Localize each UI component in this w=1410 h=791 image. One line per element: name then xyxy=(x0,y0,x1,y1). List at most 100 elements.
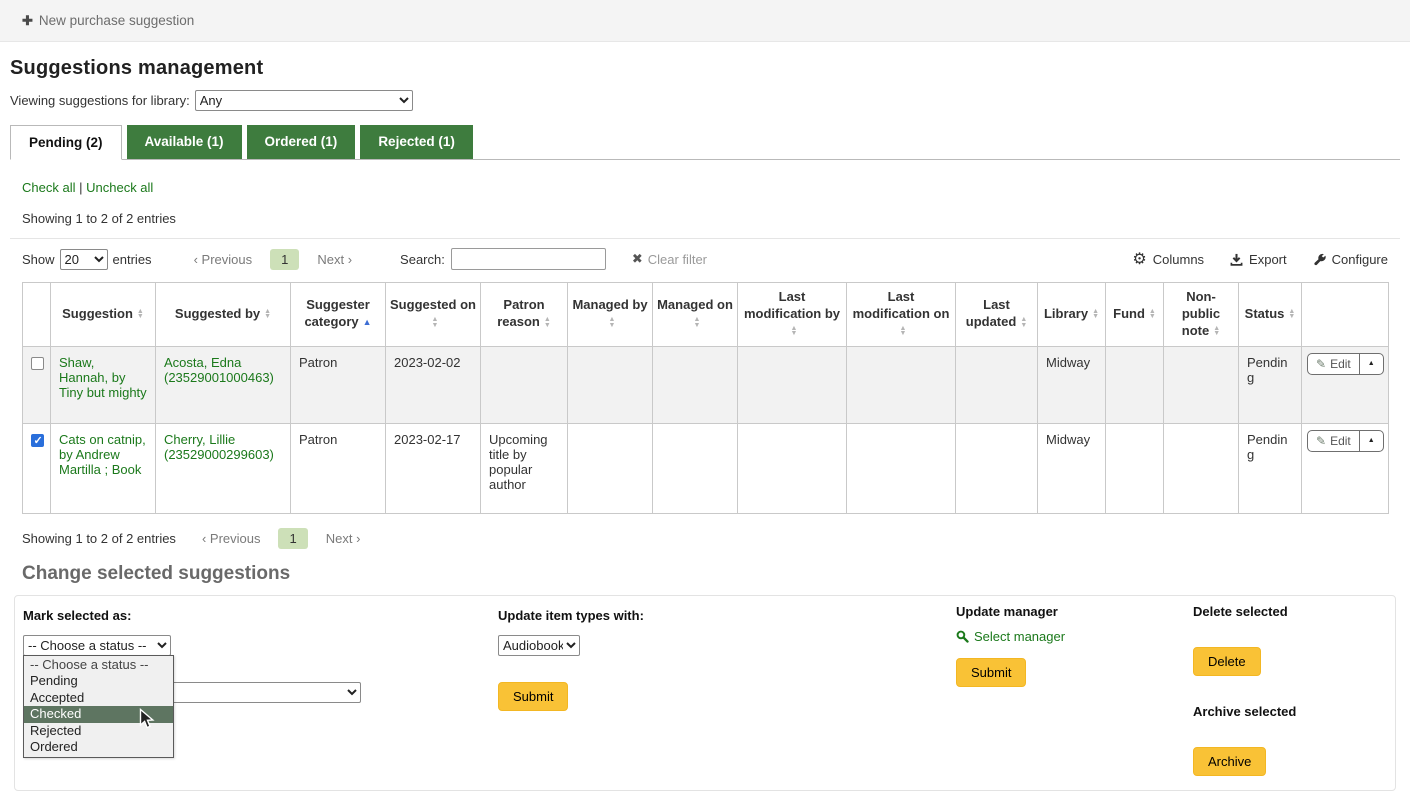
wrench-icon xyxy=(1313,253,1326,266)
select-manager-link[interactable]: Select manager xyxy=(956,629,1065,644)
status-option[interactable]: -- Choose a status -- xyxy=(24,657,173,674)
column-header-last-updated[interactable]: Last updated▲▼ xyxy=(956,283,1038,347)
status-option[interactable]: Ordered xyxy=(24,739,173,756)
caret-up-icon: ▲ xyxy=(1368,437,1375,444)
sort-icon: ▲▼ xyxy=(1213,326,1220,337)
sort-icon: ▲▼ xyxy=(137,309,144,320)
update-manager-label: Update manager xyxy=(956,604,1065,619)
tab-ordered[interactable]: Ordered (1) xyxy=(247,125,356,159)
next-button[interactable]: Next › xyxy=(326,531,361,546)
status-tabs: Pending (2) Available (1) Ordered (1) Re… xyxy=(10,125,1400,160)
row-checkbox[interactable] xyxy=(31,434,44,447)
next-button[interactable]: Next › xyxy=(317,252,352,267)
column-header-suggestion[interactable]: Suggestion▲▼ xyxy=(51,283,156,347)
download-icon xyxy=(1230,253,1243,266)
clear-filter-button[interactable]: ✖ Clear filter xyxy=(632,251,707,267)
column-header-suggested-by[interactable]: Suggested by▲▼ xyxy=(156,283,291,347)
submit-item-types-button[interactable]: Submit xyxy=(498,682,568,711)
sort-icon: ▲▼ xyxy=(1020,317,1027,328)
tab-rejected[interactable]: Rejected (1) xyxy=(360,125,473,159)
sort-icon: ▲▼ xyxy=(432,317,439,328)
managed-on-cell xyxy=(653,346,738,423)
search-label: Search: xyxy=(400,252,445,267)
suggested-by-link[interactable]: Acosta, Edna (23529001000463) xyxy=(164,355,274,385)
new-purchase-suggestion-link[interactable]: ✚ New purchase suggestion xyxy=(22,13,194,29)
columns-button[interactable]: ⚙ Columns xyxy=(1132,252,1204,267)
library-filter-select[interactable]: Any xyxy=(195,90,413,111)
status-option[interactable]: Accepted xyxy=(24,690,173,707)
entries-label: entries xyxy=(113,252,152,267)
pencil-icon: ✎ xyxy=(1316,434,1326,448)
managed-by-cell xyxy=(568,346,653,423)
suggestions-table: Suggestion▲▼ Suggested by▲▼ Suggester ca… xyxy=(22,282,1389,514)
last-updated-cell xyxy=(956,423,1038,513)
column-header-library[interactable]: Library▲▼ xyxy=(1038,283,1106,347)
table-row: Cats on catnip, by Andrew Martilla ; Boo… xyxy=(23,423,1389,513)
status-select[interactable]: -- Choose a status -- xyxy=(23,635,171,656)
last-modification-on-cell xyxy=(847,423,956,513)
export-button[interactable]: Export xyxy=(1230,252,1287,267)
page-number-button[interactable]: 1 xyxy=(270,249,299,270)
edit-dropdown-toggle[interactable]: ▲ xyxy=(1359,354,1383,374)
suggested-on-cell: 2023-02-17 xyxy=(386,423,481,513)
last-modification-by-cell xyxy=(738,346,847,423)
column-header-patron-reason[interactable]: Patron reason▲▼ xyxy=(481,283,568,347)
archive-button[interactable]: Archive xyxy=(1193,747,1266,776)
gear-icon: ⚙ xyxy=(1132,253,1146,266)
suggested-by-link[interactable]: Cherry, Lillie (23529000299603) xyxy=(164,432,274,462)
column-header-non-public-note[interactable]: Non-public note▲▼ xyxy=(1164,283,1239,347)
configure-button[interactable]: Configure xyxy=(1313,252,1388,267)
x-icon: ✖ xyxy=(632,251,643,267)
divider xyxy=(10,238,1400,239)
page-size-select[interactable]: 20 xyxy=(60,249,108,270)
pencil-icon: ✎ xyxy=(1316,357,1326,371)
column-header-status[interactable]: Status▲▼ xyxy=(1239,283,1302,347)
chevron-left-icon: ‹ xyxy=(202,531,206,546)
previous-button[interactable]: ‹ Previous xyxy=(202,531,261,546)
new-purchase-suggestion-label: New purchase suggestion xyxy=(39,13,194,28)
status-option[interactable]: Pending xyxy=(24,673,173,690)
item-type-select[interactable]: Audiobook xyxy=(498,635,580,656)
previous-button[interactable]: ‹ Previous xyxy=(194,252,253,267)
status-cell: Pending xyxy=(1239,423,1302,513)
row-checkbox[interactable] xyxy=(31,357,44,370)
sort-icon: ▲▼ xyxy=(1149,309,1156,320)
column-header-managed-by[interactable]: Managed by▲▼ xyxy=(568,283,653,347)
edit-split-button[interactable]: ✎Edit ▲ xyxy=(1307,430,1384,452)
tab-available[interactable]: Available (1) xyxy=(127,125,242,159)
column-header-suggester-category[interactable]: Suggester category▲ xyxy=(291,283,386,347)
page-number-button[interactable]: 1 xyxy=(278,528,307,549)
sort-icon: ▲▼ xyxy=(900,326,907,337)
managed-by-cell xyxy=(568,423,653,513)
update-item-types-label: Update item types with: xyxy=(498,608,644,623)
archive-selected-label: Archive selected xyxy=(1193,704,1296,719)
uncheck-all-link[interactable]: Uncheck all xyxy=(86,180,153,195)
submit-manager-button[interactable]: Submit xyxy=(956,658,1026,687)
pagination-top: ‹ Previous 1 Next › xyxy=(194,249,352,270)
suggestion-link[interactable]: Shaw, Hannah, by Tiny but mighty xyxy=(59,355,147,400)
library-filter-label: Viewing suggestions for library: xyxy=(10,93,190,108)
suggestion-link[interactable]: Cats on catnip, by Andrew Martilla ; Boo… xyxy=(59,432,146,477)
showing-entries-top: Showing 1 to 2 of 2 entries xyxy=(22,211,1388,226)
column-header-managed-on[interactable]: Managed on▲▼ xyxy=(653,283,738,347)
link-separator: | xyxy=(79,180,82,195)
mouse-cursor xyxy=(139,708,156,734)
check-all-link[interactable]: Check all xyxy=(22,180,75,195)
fund-cell xyxy=(1106,346,1164,423)
patron-reason-cell xyxy=(481,346,568,423)
chevron-left-icon: ‹ xyxy=(194,252,198,267)
tab-pending[interactable]: Pending (2) xyxy=(10,125,122,160)
column-header-suggested-on[interactable]: Suggested on▲▼ xyxy=(386,283,481,347)
delete-button[interactable]: Delete xyxy=(1193,647,1261,676)
edit-dropdown-toggle[interactable]: ▲ xyxy=(1359,431,1383,451)
plus-icon: ✚ xyxy=(22,13,33,29)
edit-split-button[interactable]: ✎Edit ▲ xyxy=(1307,353,1384,375)
column-header-last-modification-on[interactable]: Last modification on▲▼ xyxy=(847,283,956,347)
search-input[interactable] xyxy=(451,248,606,270)
sort-icon: ▲▼ xyxy=(1092,309,1099,320)
column-header-actions xyxy=(1302,283,1389,347)
column-header-fund[interactable]: Fund▲▼ xyxy=(1106,283,1164,347)
show-label: Show xyxy=(22,252,55,267)
patron-reason-cell: Upcoming title by popular author xyxy=(481,423,568,513)
column-header-last-modification-by[interactable]: Last modification by▲▼ xyxy=(738,283,847,347)
